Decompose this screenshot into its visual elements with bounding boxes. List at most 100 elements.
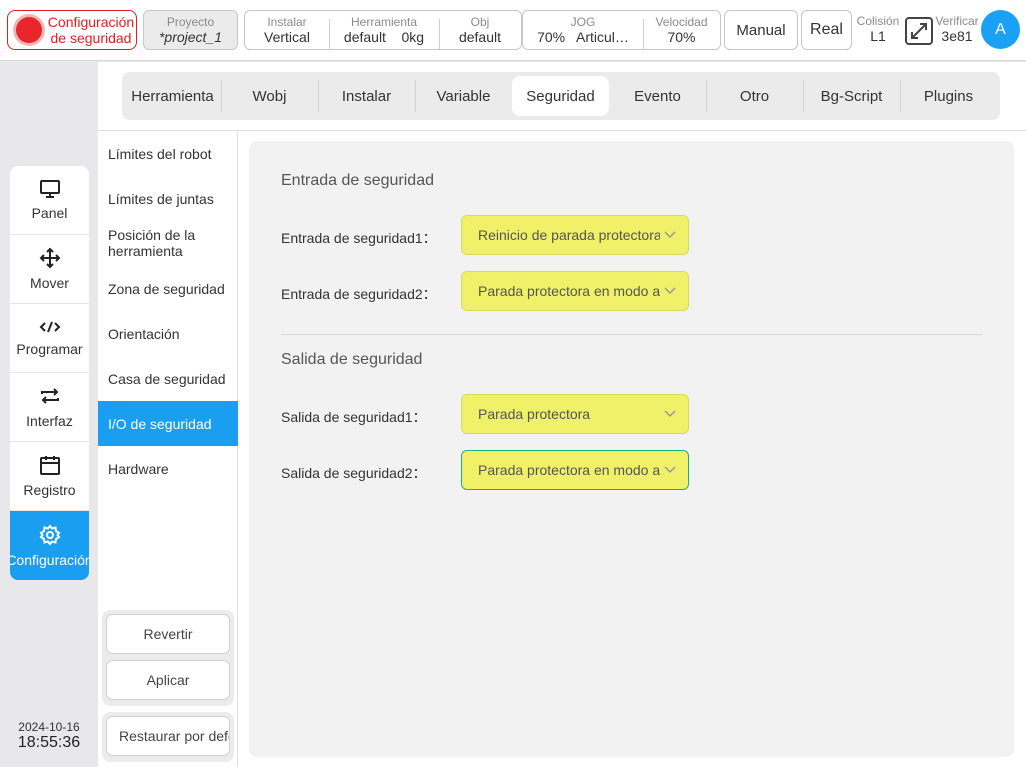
nav-interface[interactable]: Interfaz [10, 373, 89, 442]
datetime: 2024-10-16 18:55:36 [8, 720, 90, 752]
user-avatar[interactable]: A [981, 10, 1020, 49]
safety-output-1-value: Parada protectora [478, 406, 591, 422]
safety-input-2-label: Entrada de seguridad2： [281, 286, 437, 302]
safety-output-2-label: Salida de seguridad2： [281, 465, 427, 481]
tab-other[interactable]: Otro [706, 76, 803, 116]
obj-value: default [458, 29, 502, 45]
main-panel: Herramienta Wobj Instalar Variable Segur… [98, 62, 1026, 767]
move-icon [39, 247, 60, 269]
nav-move-label: Mover [30, 275, 69, 291]
project-value: *project_1 [158, 29, 223, 45]
tool-value: default 0kg [343, 29, 425, 45]
restore-defaults-button[interactable]: Restaurar por defecto [106, 716, 230, 756]
tab-safety[interactable]: Seguridad [512, 76, 609, 116]
nav-log-label: Registro [23, 482, 76, 498]
obj-cell: Obj default [439, 11, 521, 49]
project-box[interactable]: Proyecto *project_1 [143, 10, 238, 50]
jog-box[interactable]: JOG 70% Articul… Velocidad 70% [522, 10, 721, 50]
jog-value: 70% Articul… [537, 29, 629, 45]
speed-label: Velocidad [655, 15, 708, 29]
expand-icon[interactable] [904, 16, 934, 46]
real-mode-button[interactable]: Real [801, 10, 852, 50]
chevron-down-icon [664, 466, 676, 474]
tool-label: Herramienta [350, 15, 418, 29]
tab-install[interactable]: Instalar [318, 76, 415, 116]
sidemenu-robot-limits[interactable]: Límites del robot [98, 137, 238, 171]
chevron-down-icon [664, 287, 676, 295]
settings-tabs: Herramienta Wobj Instalar Variable Segur… [122, 72, 1000, 120]
section-divider [281, 334, 982, 335]
sidemenu-orientation[interactable]: Orientación [98, 317, 238, 351]
safety-input-1-select[interactable]: Reinicio de parada protectora [461, 215, 689, 255]
tool-cell: Herramienta default 0kg [329, 11, 439, 49]
safety-output-1-label: Salida de seguridad1： [281, 409, 427, 425]
revert-button[interactable]: Revertir [106, 614, 230, 654]
nav-panel[interactable]: Panel [10, 166, 89, 235]
safety-output-title: Salida de seguridad [281, 351, 423, 368]
nav-log[interactable]: Registro [10, 442, 89, 511]
nav-settings[interactable]: Configuración [10, 511, 89, 580]
safety-input-1-value: Reinicio de parada protectora [478, 227, 660, 243]
nav-program[interactable]: Programar [10, 304, 89, 373]
monitor-icon [39, 180, 60, 198]
install-cell: Instalar Vertical [245, 11, 329, 49]
apply-button[interactable]: Aplicar [106, 660, 230, 700]
nav-program-label: Programar [16, 341, 83, 357]
project-label: Proyecto [166, 15, 215, 29]
jog-label: JOG [570, 15, 596, 29]
install-value: Vertical [264, 29, 310, 45]
chevron-down-icon [664, 231, 676, 239]
code-icon [39, 321, 60, 333]
verify-indicator[interactable]: Verificar 3e81 [934, 14, 980, 45]
sidemenu-tool-position[interactable]: Posición de la herramienta [98, 223, 238, 263]
safety-input-title: Entrada de seguridad [281, 172, 434, 189]
safety-output-2-value: Parada protectora en modo automático [478, 462, 660, 478]
nav-settings-label: Configuración [10, 551, 89, 568]
safety-input-2-value: Parada protectora en modo automático [478, 283, 660, 299]
tab-event[interactable]: Evento [609, 76, 706, 116]
collision-indicator[interactable]: Colisión L1 [854, 14, 902, 45]
tab-plugins[interactable]: Plugins [900, 76, 997, 116]
left-nav: Panel Mover Programar Interfaz Registro … [10, 166, 89, 580]
verify-label: Verificar [935, 14, 979, 28]
safety-output-1-select[interactable]: Parada protectora [461, 394, 689, 434]
safety-input-2-select[interactable]: Parada protectora en modo automático [461, 271, 689, 311]
safety-input-1-label: Entrada de seguridad1： [281, 230, 437, 246]
swap-icon [40, 388, 59, 404]
safety-sidemenu: Límites del robot Límites de juntas Posi… [98, 131, 238, 767]
verify-value: 3e81 [941, 28, 973, 44]
safety-output-2-select[interactable]: Parada protectora en modo automático [461, 450, 689, 490]
tab-variable[interactable]: Variable [415, 76, 512, 116]
jog-cell: JOG 70% Articul… [523, 11, 643, 49]
alert-indicator-icon [16, 17, 42, 43]
tab-tool[interactable]: Herramienta [124, 76, 221, 116]
manual-mode-button[interactable]: Manual [724, 10, 798, 50]
nav-panel-label: Panel [31, 205, 68, 221]
nav-interface-label: Interfaz [26, 413, 73, 429]
safety-config-label: Configuración de seguridad [47, 14, 135, 46]
sidemenu-safety-zone[interactable]: Zona de seguridad [98, 272, 238, 306]
nav-move[interactable]: Mover [10, 235, 89, 304]
sidemenu-hardware[interactable]: Hardware [98, 452, 238, 486]
calendar-icon [39, 456, 60, 475]
collision-label: Colisión [856, 14, 900, 28]
sidemenu-joint-limits[interactable]: Límites de juntas [98, 182, 238, 216]
collision-value: L1 [870, 28, 886, 44]
restore-box: Restaurar por defecto [102, 712, 234, 762]
speed-value: 70% [667, 29, 696, 45]
speed-cell: Velocidad 70% [643, 11, 720, 49]
obj-label: Obj [470, 15, 490, 29]
sidemenu-safety-io[interactable]: I/O de seguridad [98, 401, 238, 446]
gear-icon [39, 523, 60, 546]
tab-bg-script[interactable]: Bg-Script [803, 76, 900, 116]
tab-wobj[interactable]: Wobj [221, 76, 318, 116]
action-box: Revertir Aplicar [102, 610, 234, 706]
top-bar: Configuración de seguridad Proyecto *pro… [0, 0, 1026, 61]
sidemenu-safety-home[interactable]: Casa de seguridad [98, 362, 238, 396]
time-text: 18:55:36 [17, 734, 81, 751]
safety-io-content: Entrada de seguridad Entrada de segurida… [249, 141, 1014, 757]
install-label: Instalar [267, 15, 307, 29]
safety-config-button[interactable]: Configuración de seguridad [7, 10, 137, 50]
date-text: 2024-10-16 [18, 720, 80, 734]
install-box[interactable]: Instalar Vertical Herramienta default 0k… [244, 10, 522, 50]
